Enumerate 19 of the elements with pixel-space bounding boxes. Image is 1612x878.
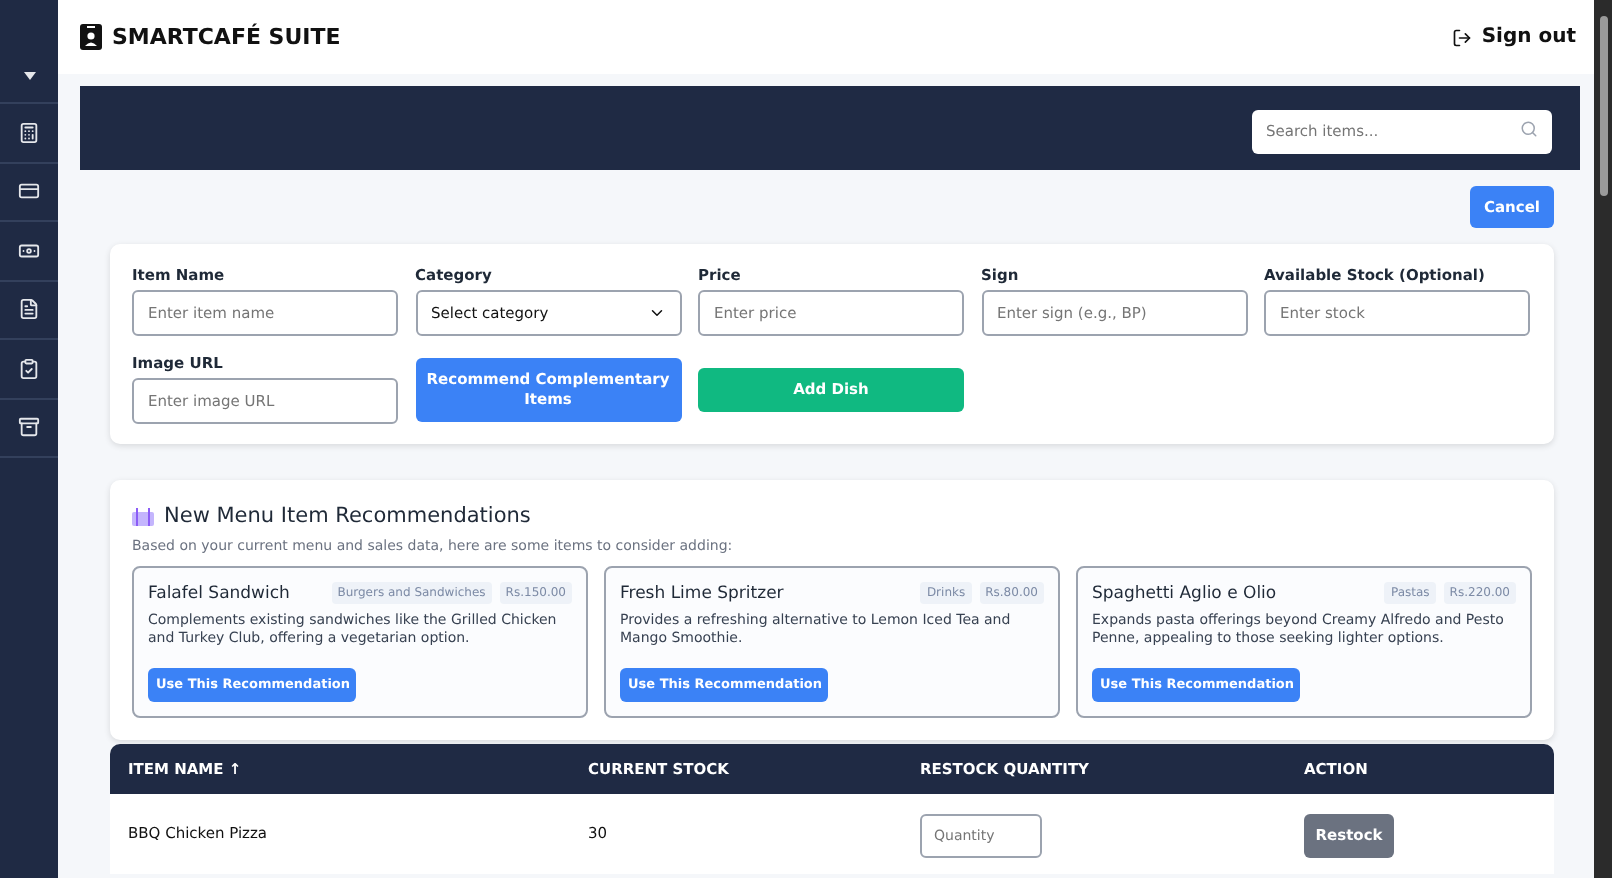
archive-icon bbox=[18, 416, 40, 439]
chevron-down-icon bbox=[647, 304, 665, 322]
app-title: SMARTCAFÉ SUITE bbox=[112, 24, 341, 50]
sign-out-button[interactable]: Sign out bbox=[1451, 26, 1576, 48]
calculator-icon bbox=[18, 121, 40, 144]
caret-icon bbox=[23, 71, 35, 79]
document-icon bbox=[18, 298, 40, 321]
scrollbar-thumb[interactable] bbox=[1599, 16, 1607, 196]
clipboard-icon bbox=[18, 357, 40, 380]
dish-name: Spaghetti Aglio e Olio bbox=[1092, 583, 1277, 603]
section-title: New Menu Item Recommendations bbox=[164, 504, 531, 528]
credit-card-icon bbox=[18, 180, 40, 203]
banknote-icon bbox=[18, 239, 40, 262]
sign-out-icon bbox=[1451, 27, 1472, 47]
search-icon bbox=[1520, 119, 1538, 137]
dish-name: Falafel Sandwich bbox=[148, 583, 290, 603]
id-badge-icon bbox=[80, 24, 102, 50]
dish-name: Fresh Lime Spritzer bbox=[620, 583, 784, 603]
scrollbar[interactable] bbox=[1594, 0, 1612, 878]
